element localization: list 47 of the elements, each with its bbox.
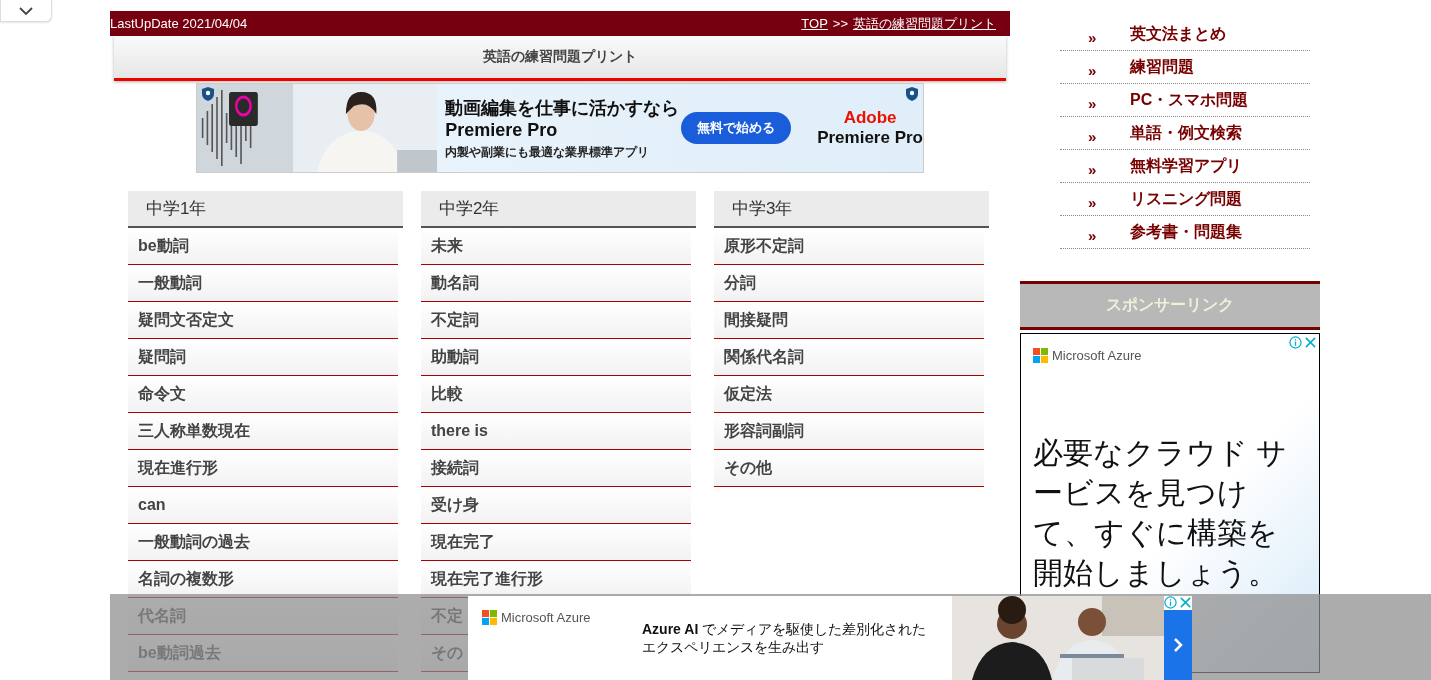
close-icon[interactable] <box>1304 336 1317 349</box>
nav-link[interactable]: 単語・例文検索 <box>1130 122 1242 144</box>
grade-heading: 中学2年 <box>421 191 696 228</box>
chevron-right-icon <box>1173 638 1183 652</box>
close-icon[interactable] <box>1179 596 1192 609</box>
collapse-button[interactable] <box>0 0 52 22</box>
double-arrow-icon: » <box>1060 55 1130 79</box>
ad-brand: Microsoft Azure <box>1052 348 1142 363</box>
brand-product: Premiere Pro <box>817 128 923 148</box>
last-update-text: LastUpDate 2021/04/04 <box>110 16 248 31</box>
ad-brand: Microsoft Azure <box>501 610 591 625</box>
double-arrow-icon: » <box>1060 154 1130 178</box>
ad-product-name: Premiere Pro <box>445 119 559 141</box>
nav-link[interactable]: 参考書・問題集 <box>1130 221 1242 243</box>
start-button[interactable]: 無料で始める <box>681 112 792 144</box>
double-arrow-icon: » <box>1060 22 1130 46</box>
bottom-ad[interactable]: Microsoft Azure Azure AI でメディアを駆使した差別化されたエクスペリエンスを生み出す <box>468 596 1192 680</box>
nav-link[interactable]: 練習問題 <box>1130 56 1194 78</box>
nav-link[interactable]: リスニング問題 <box>1130 188 1242 210</box>
windows-logo-icon <box>482 610 497 625</box>
ad-message: Azure AI でメディアを駆使した差別化されたエクスペリエンスを生み出す <box>642 620 927 657</box>
double-arrow-icon: » <box>1060 187 1130 211</box>
info-icon[interactable] <box>1289 336 1302 349</box>
double-arrow-icon: » <box>1060 121 1130 145</box>
ad-message: 必要なクラウド サービスを見つけて、すぐに構築を開始しましょう。 <box>1033 435 1289 591</box>
ad-subline: 内製や副業にも最適な業界標準アプリ <box>445 143 651 161</box>
info-icon[interactable] <box>1164 596 1177 609</box>
double-arrow-icon: » <box>1060 220 1130 244</box>
sponsor-heading: スポンサーリンク <box>1020 281 1320 330</box>
breadcrumb-link[interactable]: TOP <box>801 16 828 31</box>
ad-headline: 動画編集を仕事に活かすなら <box>445 96 680 120</box>
double-arrow-icon: » <box>1060 88 1130 112</box>
banner-ad[interactable]: 動画編集を仕事に活かすなら Premiere Pro 内製や副業にも最適な業界標準アプリ 無料で始める Adobe Premiere Pro <box>196 83 924 173</box>
grade-heading: 中学1年 <box>128 191 403 228</box>
next-button[interactable] <box>1164 610 1192 680</box>
breadcrumb-separator: >> <box>832 16 848 31</box>
nav-link[interactable]: PC・スマホ問題 <box>1130 89 1249 111</box>
page-title: 英語の練習問題プリント <box>114 36 1006 81</box>
brand-name: Adobe <box>843 108 897 128</box>
grade-heading: 中学3年 <box>714 191 989 228</box>
nav-link[interactable]: 英文法まとめ <box>1130 23 1226 45</box>
breadcrumb-link[interactable]: 英語の練習問題プリント <box>853 14 996 33</box>
chevron-down-icon <box>18 5 34 16</box>
shield-icon[interactable] <box>905 86 919 102</box>
nav-link[interactable]: 無料学習アプリ <box>1130 155 1242 177</box>
windows-logo-icon <box>1033 348 1048 363</box>
shield-icon[interactable] <box>201 86 215 102</box>
